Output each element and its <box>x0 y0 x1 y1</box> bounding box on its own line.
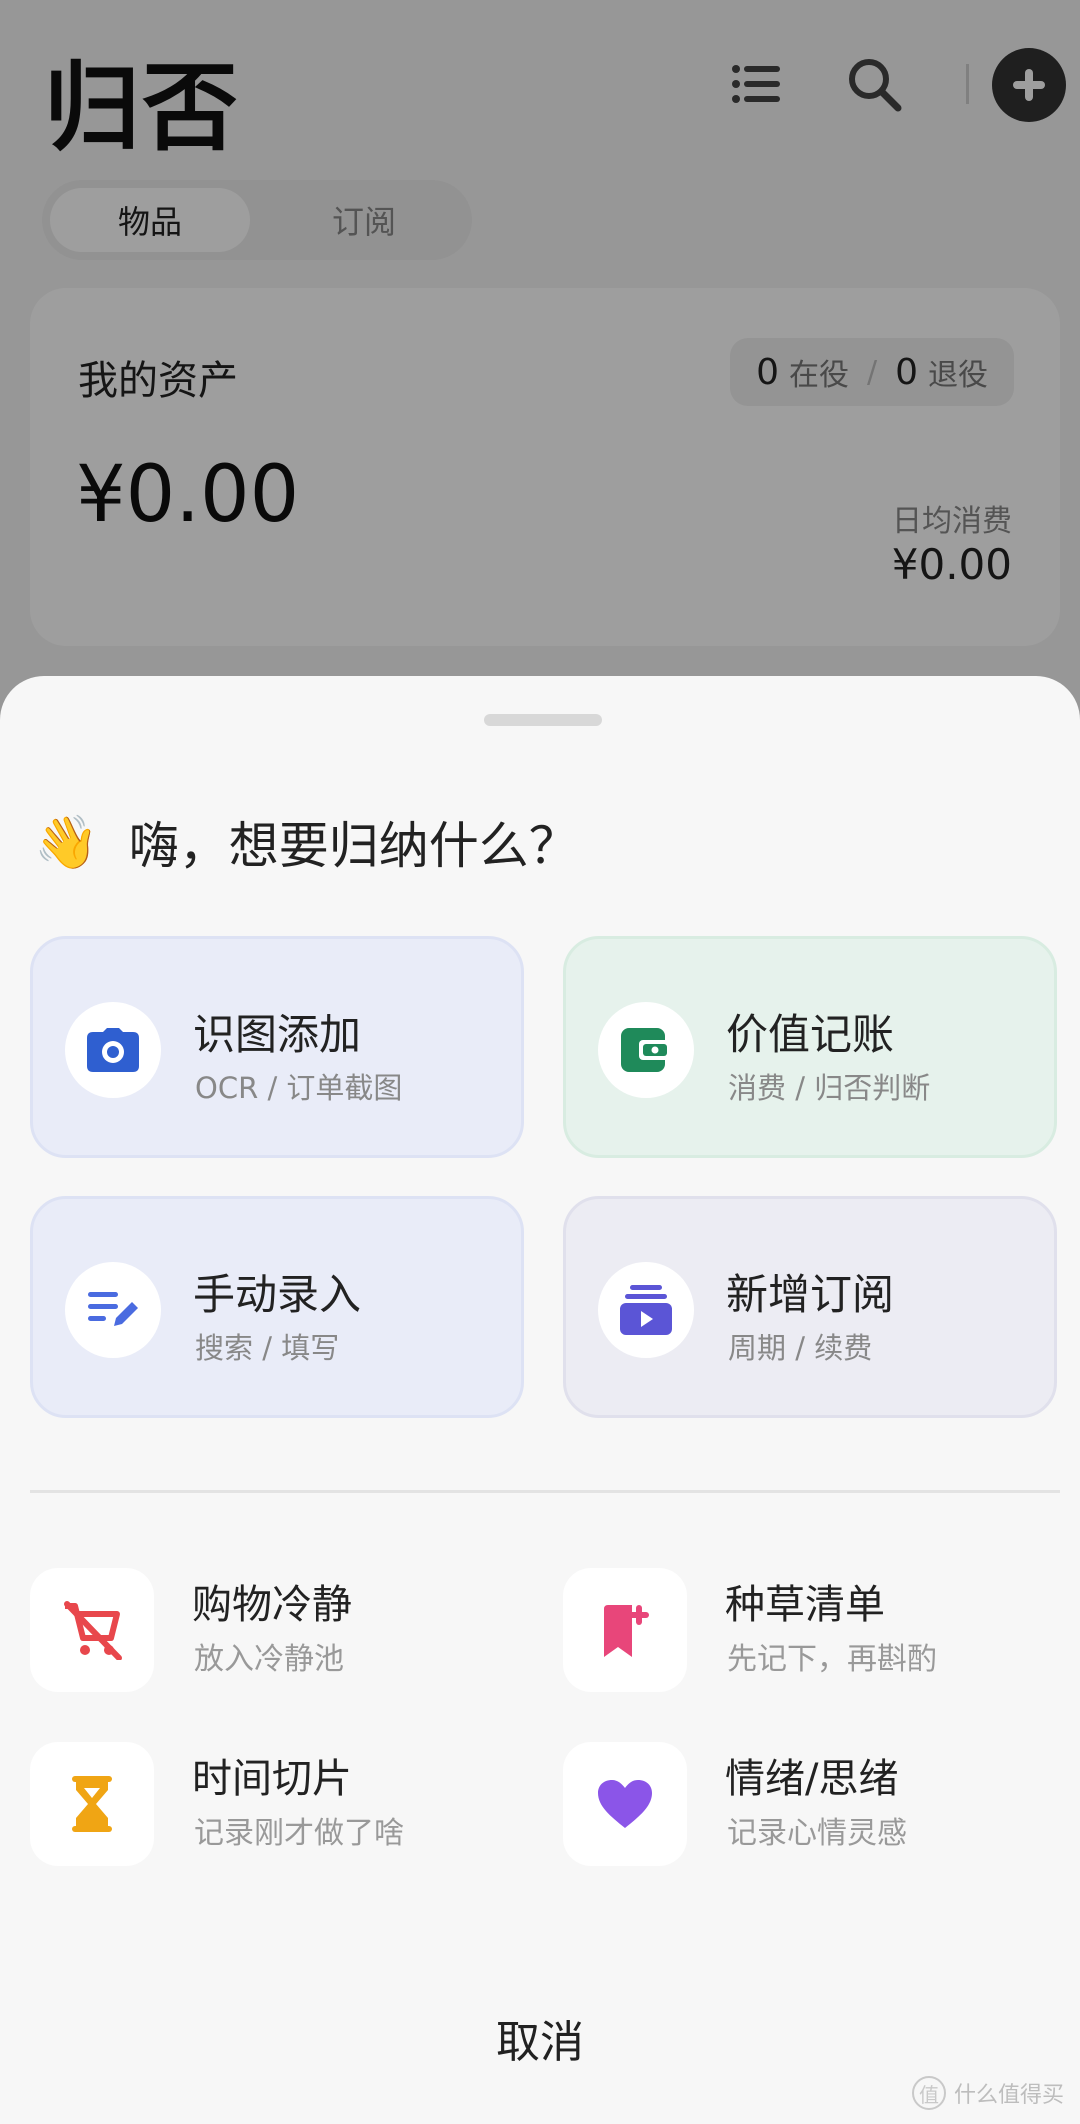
value-ledger-card[interactable]: 价值记账 消费 / 归否判断 <box>563 936 1057 1158</box>
cancel-button[interactable]: 取消 <box>0 2006 1080 2070</box>
item-title: 时间切片 <box>192 1756 352 1802</box>
card-subtitle: OCR / 订单截图 <box>195 1071 403 1105</box>
camera-icon <box>65 1002 161 1098</box>
heart-icon <box>563 1742 687 1866</box>
subscription-icon <box>598 1262 694 1358</box>
watermark-text: 什么值得买 <box>953 2083 1064 2108</box>
card-subtitle: 搜索 / 填写 <box>195 1331 340 1365</box>
watermark-badge-icon: 值 <box>911 2076 946 2110</box>
new-subscription-card[interactable]: 新增订阅 周期 / 续费 <box>563 1196 1057 1418</box>
time-slice-item[interactable]: 时间切片 记录刚才做了啥 <box>30 1742 510 1872</box>
card-title: 新增订阅 <box>726 1270 895 1319</box>
hourglass-icon <box>30 1742 154 1866</box>
mood-thoughts-item[interactable]: 情绪/思绪 记录心情灵感 <box>563 1742 1043 1872</box>
greeting: 👋 嗨，想要归纳什么？ <box>34 806 579 878</box>
cart-off-icon <box>30 1568 154 1692</box>
card-subtitle: 周期 / 续费 <box>728 1331 873 1365</box>
card-title: 识图添加 <box>193 1010 362 1059</box>
greeting-text: 嗨，想要归纳什么？ <box>128 817 579 875</box>
item-title: 种草清单 <box>725 1582 885 1628</box>
item-subtitle: 记录刚才做了啥 <box>194 1816 404 1851</box>
drag-handle[interactable] <box>484 714 602 726</box>
watermark: 值 什么值得买 <box>911 2076 1064 2110</box>
manual-entry-card[interactable]: 手动录入 搜索 / 填写 <box>30 1196 524 1418</box>
item-subtitle: 先记下，再斟酌 <box>727 1642 937 1677</box>
card-subtitle: 消费 / 归否判断 <box>728 1071 931 1105</box>
card-title: 价值记账 <box>726 1010 895 1059</box>
waving-hand-icon: 👋 <box>34 812 99 873</box>
add-bottom-sheet: 👋 嗨，想要归纳什么？ 识图添加 OCR / 订单截图 价值记账 消费 / 归否… <box>0 676 1080 2124</box>
wallet-icon <box>598 1002 694 1098</box>
edit-note-icon <box>65 1262 161 1358</box>
item-title: 情绪/思绪 <box>725 1756 899 1802</box>
section-divider <box>30 1490 1060 1493</box>
card-title: 手动录入 <box>193 1270 362 1319</box>
wishlist-item[interactable]: 种草清单 先记下，再斟酌 <box>563 1568 1043 1698</box>
shopping-cooldown-item[interactable]: 购物冷静 放入冷静池 <box>30 1568 510 1698</box>
item-subtitle: 记录心情灵感 <box>727 1816 907 1851</box>
item-subtitle: 放入冷静池 <box>194 1642 344 1677</box>
item-title: 购物冷静 <box>192 1582 352 1628</box>
bookmark-add-icon <box>563 1568 687 1692</box>
ocr-add-card[interactable]: 识图添加 OCR / 订单截图 <box>30 936 524 1158</box>
